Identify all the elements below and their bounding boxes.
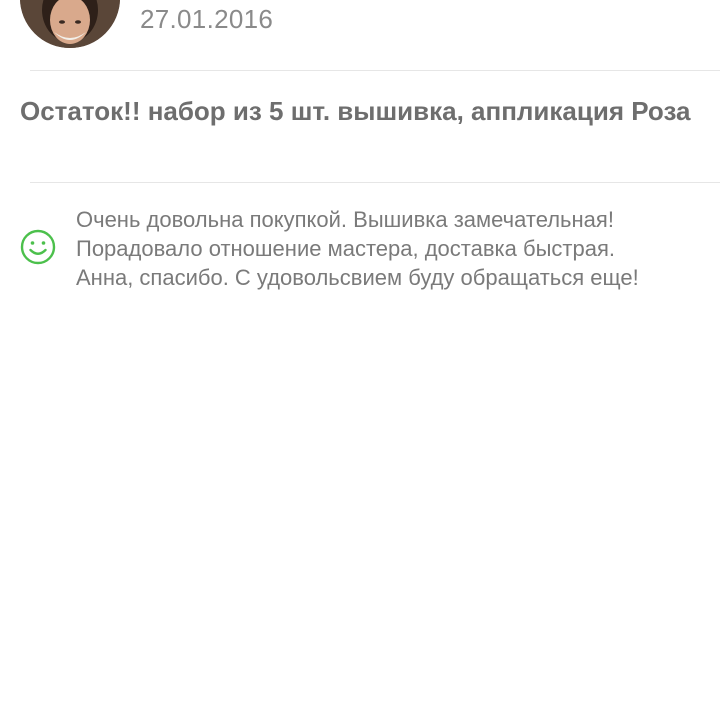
review-body: Очень довольна покупкой. Вышивка замечат…: [0, 205, 720, 295]
review-text-line: Порадовало отношение мастера, доставка б…: [76, 236, 615, 261]
review-text-line: Очень довольна покупкой. Вышивка замечат…: [76, 207, 614, 232]
review-text: Очень довольна покупкой. Вышивка замечат…: [76, 205, 716, 292]
review-card: 27.01.2016 Остаток!! набор из 5 шт. выши…: [0, 0, 720, 720]
avatar[interactable]: [20, 0, 120, 48]
avatar-photo: [20, 0, 120, 48]
divider: [30, 182, 720, 183]
review-date: 27.01.2016: [140, 4, 274, 34]
divider: [30, 70, 720, 71]
review-text-line: Анна, спасибо. С удовольсвием буду обращ…: [76, 265, 639, 290]
product-title[interactable]: Остаток!! набор из 5 шт. вышивка, апплик…: [20, 95, 700, 127]
smiley-positive-icon: [20, 229, 56, 265]
